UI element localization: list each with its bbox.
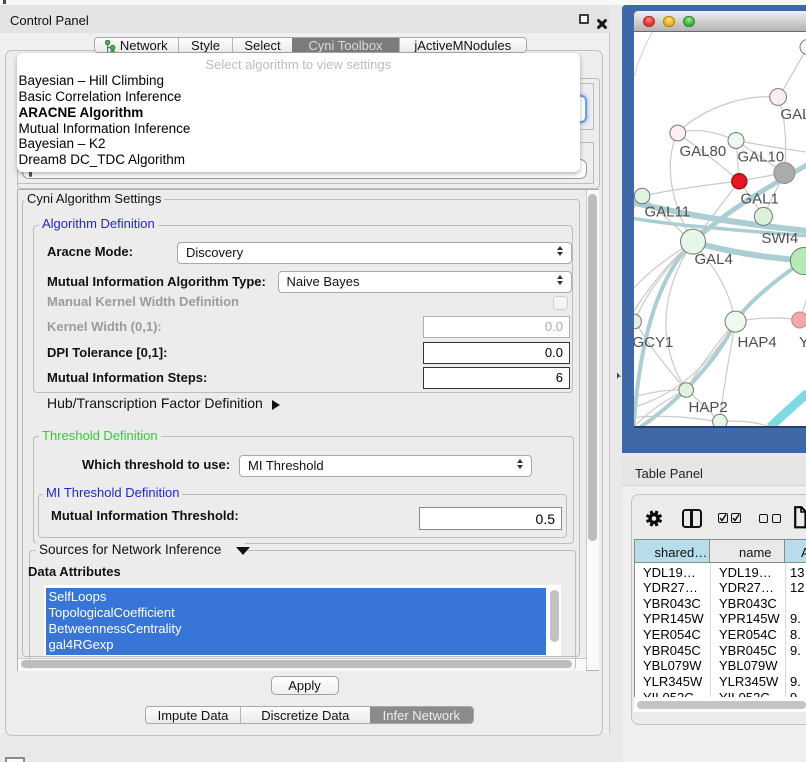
svg-text:GAL4: GAL4 xyxy=(694,251,732,268)
svg-text:GAL80: GAL80 xyxy=(679,143,726,160)
svg-text:GAL11: GAL11 xyxy=(644,204,690,221)
svg-text:HAP2: HAP2 xyxy=(688,399,727,416)
svg-text:GAL: GAL xyxy=(780,106,806,123)
svg-text:Y: Y xyxy=(799,334,806,351)
svg-text:HAP4: HAP4 xyxy=(737,334,776,351)
svg-text:GAL1: GAL1 xyxy=(740,191,778,208)
svg-text:GAL10: GAL10 xyxy=(737,149,784,166)
svg-text:GCY1: GCY1 xyxy=(634,334,673,351)
svg-text:SWI4: SWI4 xyxy=(761,230,798,247)
